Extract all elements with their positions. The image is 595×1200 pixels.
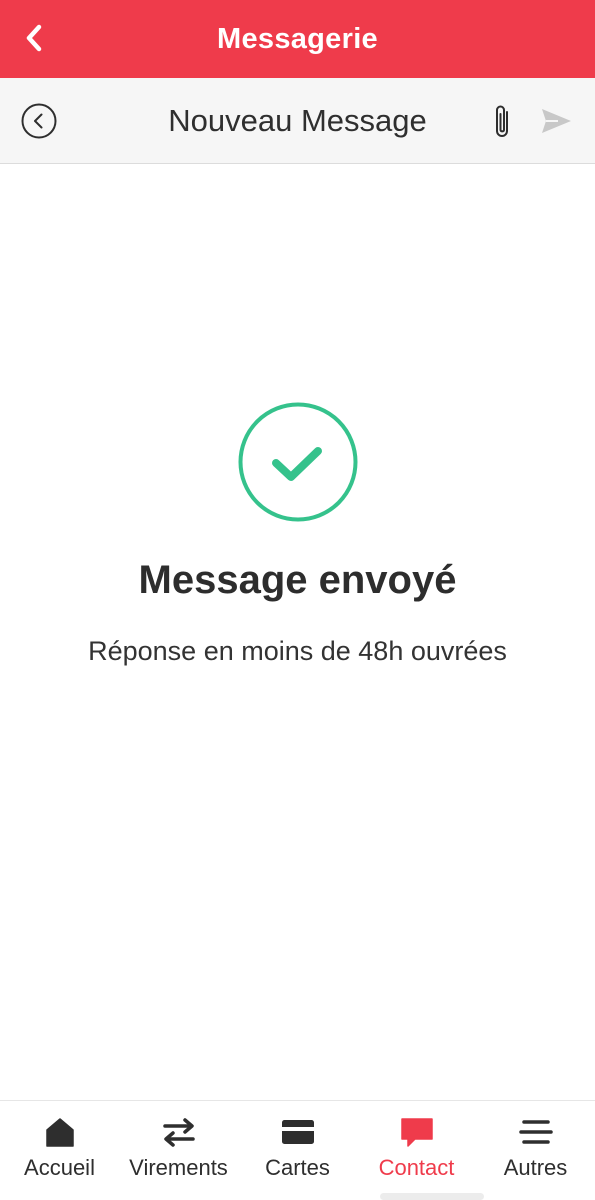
menu-lines-icon — [518, 1120, 553, 1144]
nav-label-accueil: Accueil — [24, 1155, 95, 1180]
nav-item-autres[interactable]: Autres — [476, 1101, 595, 1200]
check-circle-icon — [238, 402, 358, 522]
confirmation-title: Message envoyé — [138, 558, 457, 602]
chevron-left-icon — [26, 24, 42, 52]
home-icon — [45, 1118, 74, 1147]
card-icon — [281, 1120, 314, 1144]
nav-item-virements[interactable]: Virements — [119, 1101, 238, 1200]
send-icon[interactable] — [538, 103, 574, 139]
nav-label-virements: Virements — [129, 1155, 228, 1180]
nav-item-contact[interactable]: Contact — [357, 1101, 476, 1200]
nav-label-cartes: Cartes — [265, 1155, 330, 1180]
paperclip-icon[interactable] — [489, 102, 517, 142]
nav-item-accueil[interactable]: Accueil — [0, 1101, 119, 1200]
nav-label-autres: Autres — [503, 1155, 568, 1180]
confirmation-subtitle: Réponse en moins de 48h ouvrées — [88, 636, 507, 666]
page-title: Messagerie — [217, 22, 378, 55]
circle-back-icon[interactable] — [20, 102, 58, 140]
bottom-nav: Accueil Virements Cartes Contact Autres — [0, 1100, 595, 1200]
top-header: Messagerie — [0, 0, 595, 78]
app-root: Messagerie Nouveau Message Message envoy… — [0, 0, 595, 1200]
toolbar-title: Nouveau Message — [168, 102, 427, 138]
back-button[interactable] — [18, 20, 50, 56]
nav-label-contact: Contact — [378, 1155, 455, 1180]
nav-item-cartes[interactable]: Cartes — [238, 1101, 357, 1200]
chat-bubble-icon — [400, 1118, 433, 1147]
message-toolbar: Nouveau Message — [0, 78, 595, 164]
home-indicator[interactable] — [380, 1193, 484, 1200]
transfer-arrows-icon — [162, 1118, 195, 1147]
